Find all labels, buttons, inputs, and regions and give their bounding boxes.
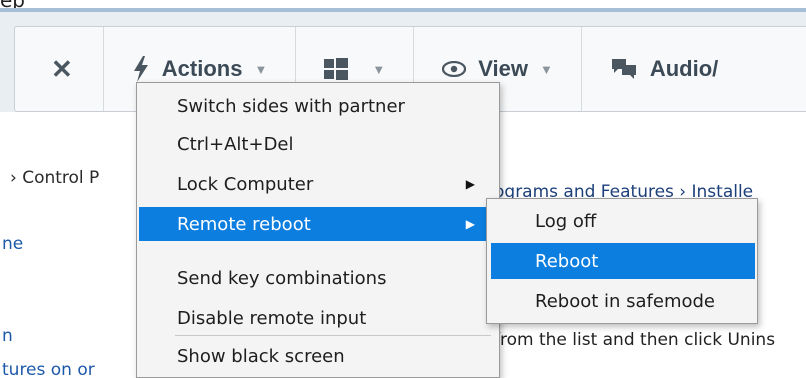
chevron-down-icon: ▼	[254, 61, 268, 77]
submenu-item-reboot-safemode[interactable]: Reboot in safemode	[491, 283, 755, 319]
windows-icon	[324, 58, 349, 80]
chevron-down-icon: ▼	[372, 61, 386, 77]
menu-item-remote-reboot[interactable]: Remote reboot ▶	[139, 207, 497, 241]
sidebar-link-2[interactable]: n	[2, 326, 13, 346]
lightning-icon	[133, 56, 148, 82]
breadcrumb-left[interactable]: › Control P	[10, 168, 99, 188]
submenu-item-log-off[interactable]: Log off	[491, 203, 755, 239]
sidebar-link-1[interactable]: ne	[2, 234, 23, 254]
chevron-right-icon: ▶	[465, 177, 475, 191]
chat-icon	[611, 59, 636, 79]
menu-item-send-key-combinations[interactable]: Send key combinations	[139, 261, 497, 295]
submenu-item-reboot[interactable]: Reboot	[491, 243, 755, 279]
audio-button[interactable]: Audio/	[582, 27, 718, 111]
sidebar-link-3[interactable]: tures on or	[2, 360, 95, 378]
audio-label: Audio/	[649, 56, 719, 81]
chevron-down-icon: ▼	[539, 61, 553, 77]
menu-separator	[175, 335, 491, 336]
view-label: View	[478, 56, 528, 81]
close-icon: ✕	[51, 53, 73, 84]
remote-reboot-submenu: Log off Reboot Reboot in safemode	[486, 198, 758, 324]
actions-menu: Switch sides with partner Ctrl+Alt+Del L…	[136, 82, 500, 378]
menu-item-switch-sides[interactable]: Switch sides with partner	[139, 89, 497, 123]
menu-item-lock-computer[interactable]: Lock Computer ▶	[139, 167, 497, 201]
menu-item-show-black-screen[interactable]: Show black screen	[139, 339, 497, 373]
close-button[interactable]: ✕	[15, 27, 104, 111]
eye-icon	[442, 61, 467, 77]
instruction-text: from the list and then click Unins	[494, 330, 776, 350]
menu-item-ctrl-alt-del[interactable]: Ctrl+Alt+Del	[139, 127, 497, 161]
actions-label: Actions	[161, 56, 243, 81]
chevron-right-icon: ▶	[465, 217, 475, 231]
menu-item-disable-remote-input[interactable]: Disable remote input	[139, 301, 497, 335]
